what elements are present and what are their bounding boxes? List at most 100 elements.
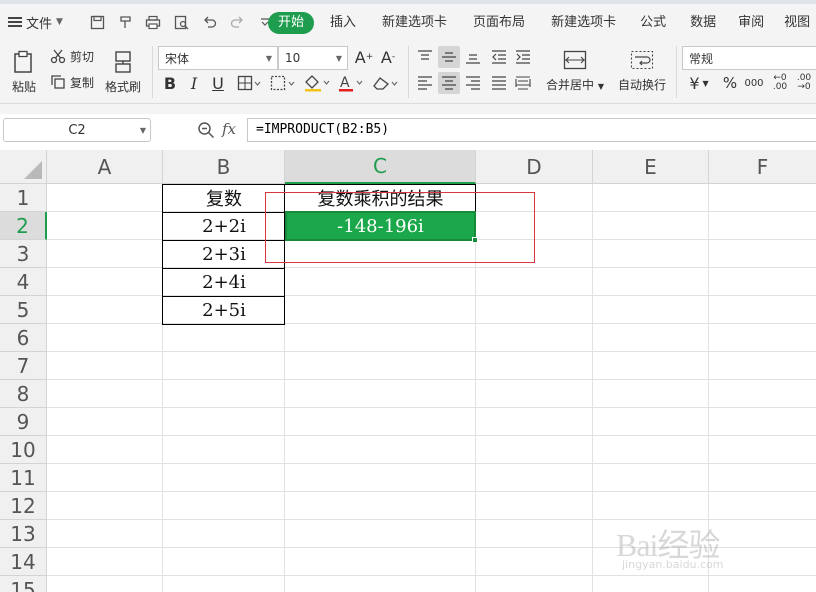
column-header-a[interactable]: A [47,150,163,184]
decrease-font-button[interactable]: A- [378,46,398,68]
row-header-5[interactable]: 5 [0,296,47,324]
column-header-d[interactable]: D [476,150,593,184]
cut-button[interactable]: 剪切 [50,46,94,66]
align-bottom-button[interactable] [462,46,484,68]
font-name-select[interactable]: 宋体 ▼ [158,46,278,70]
decrease-indent-button[interactable] [488,46,510,68]
format-painter-label: 格式刷 [104,79,141,94]
format-brush-icon[interactable] [116,13,134,31]
thousands-button[interactable]: 000 [744,72,764,94]
align-center-button[interactable] [438,72,460,94]
cell-b4[interactable]: 2+4i [163,268,285,296]
cell-b2[interactable]: 2+2i [163,212,285,240]
align-middle-button[interactable] [438,46,460,68]
select-all-corner[interactable] [0,150,47,184]
wrap-text-icon [630,50,654,69]
tab-page-layout[interactable]: 页面布局 [465,12,533,34]
align-middle-icon [442,52,456,62]
cell-style-button[interactable] [268,72,298,94]
justify-button[interactable] [488,72,510,94]
cell-b5[interactable]: 2+5i [163,296,285,324]
tab-insert[interactable]: 插入 [322,12,364,34]
print-preview-icon[interactable] [172,13,190,31]
cell-c1[interactable]: 复数乘积的结果 [285,184,476,212]
distributed-button[interactable] [512,72,534,94]
align-right-button[interactable] [462,72,484,94]
row-header-14[interactable]: 14 [0,548,47,576]
print-icon[interactable] [144,13,162,31]
align-top-button[interactable] [414,46,436,68]
italic-button[interactable]: I [184,72,204,94]
chevron-down-icon: ▼ [56,17,63,27]
row-header-2[interactable]: 2 [0,212,47,240]
gridline [47,351,816,352]
border-icon [237,75,261,91]
increase-decimal-button[interactable]: ←0.00 [770,72,790,94]
row-header-7[interactable]: 7 [0,352,47,380]
row-header-11[interactable]: 11 [0,464,47,492]
align-left-button[interactable] [414,72,436,94]
bold-button[interactable]: B [160,72,180,94]
clear-button[interactable] [370,72,400,94]
increase-font-button[interactable]: A + [354,46,374,68]
formula-input[interactable]: =IMPRODUCT(B2:B5) [247,118,816,142]
row-header-8[interactable]: 8 [0,380,47,408]
file-menu-button[interactable]: 文件 ▼ [8,12,63,32]
fill-color-button[interactable] [302,72,332,94]
column-header-e[interactable]: E [593,150,709,184]
tab-formulas[interactable]: 公式 [632,12,674,34]
undo-icon[interactable] [200,13,218,31]
row-header-3[interactable]: 3 [0,240,47,268]
format-painter-button[interactable]: 格式刷 [102,44,144,100]
column-header-b[interactable]: B [163,150,285,184]
active-cell-c2[interactable]: -148-196i [285,211,476,241]
border-button[interactable] [234,72,264,94]
row-header-12[interactable]: 12 [0,492,47,520]
zoom-icon[interactable] [197,121,215,139]
number-format-value: 常规 [689,51,714,66]
tab-new-tab-1[interactable]: 新建选项卡 [374,12,455,34]
number-format-select[interactable]: 常规 [682,46,816,70]
name-box[interactable]: C2 ▼ [3,118,151,142]
cell-b3[interactable]: 2+3i [163,240,285,268]
gridline [592,184,593,592]
redo-icon[interactable] [228,13,246,31]
cut-label: 剪切 [70,49,95,64]
ribbon-tabs: 开始 插入 新建选项卡 页面布局 新建选项卡 公式 数据 审阅 视图 [268,12,816,34]
tab-view[interactable]: 视图 [776,12,816,34]
font-color-button[interactable]: A [336,72,366,94]
wrap-text-button[interactable]: 自动换行 [614,46,670,96]
row-header-10[interactable]: 10 [0,436,47,464]
column-header-c[interactable]: C [285,150,476,184]
merge-center-button[interactable]: 合并居中 ▼ [544,46,606,96]
decrease-decimal-button[interactable]: .00 →0 [794,72,814,94]
currency-button[interactable]: ¥ ▼ [684,72,714,94]
row-header-15[interactable]: 15 [0,576,47,592]
percent-button[interactable]: % [720,72,740,94]
copy-button[interactable]: 复制 [50,72,94,92]
tab-data[interactable]: 数据 [682,12,724,34]
clipboard-icon [14,50,32,73]
gridline [47,463,816,464]
underline-button[interactable]: U [208,72,228,94]
wrap-text-label: 自动换行 [617,77,666,92]
tab-review[interactable]: 审阅 [730,12,772,34]
row-header-13[interactable]: 13 [0,520,47,548]
row-header-6[interactable]: 6 [0,324,47,352]
tab-new-tab-2[interactable]: 新建选项卡 [543,12,624,34]
paste-button[interactable]: 粘贴 [6,44,42,100]
save-icon[interactable] [88,13,106,31]
font-size-select[interactable]: 10 ▼ [278,46,348,70]
fx-button[interactable]: fx [222,120,236,138]
row-header-1[interactable]: 1 [0,184,47,212]
gridline [47,547,816,548]
align-right-icon [466,76,480,90]
column-header-f[interactable]: F [709,150,816,184]
row-header-9[interactable]: 9 [0,408,47,436]
tab-home[interactable]: 开始 [268,12,315,34]
increase-indent-button[interactable] [512,46,534,68]
row-header-4[interactable]: 4 [0,268,47,296]
cell-b1[interactable]: 复数 [163,184,285,212]
fill-handle[interactable] [472,237,478,243]
gridline [47,407,816,408]
